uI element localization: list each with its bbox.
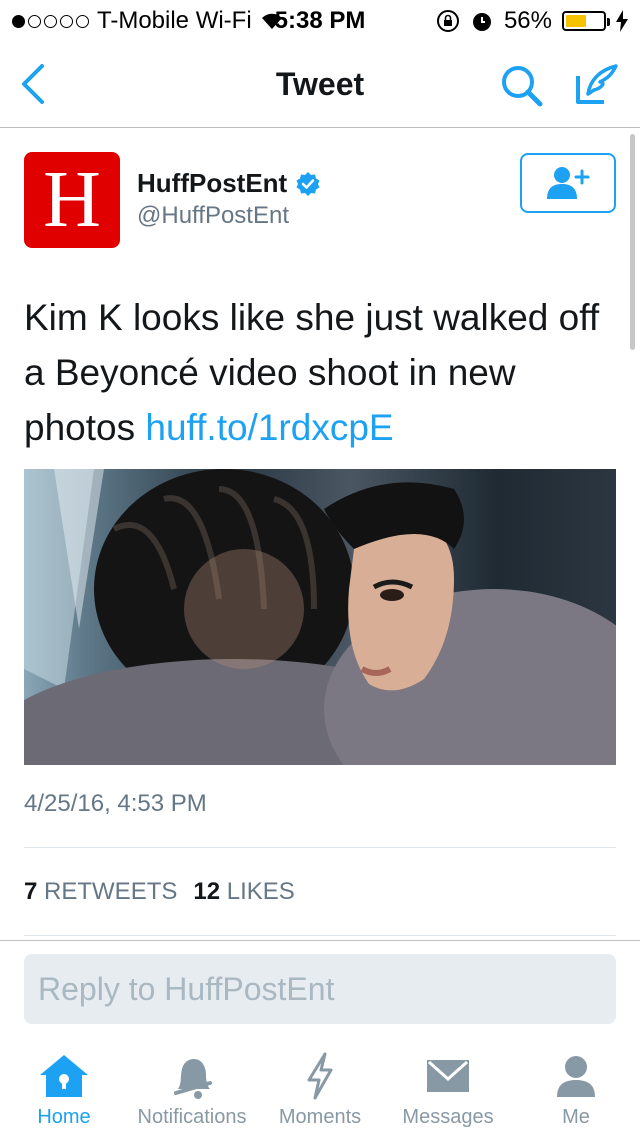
verified-badge-icon: [296, 171, 320, 196]
display-name: HuffPostEnt: [137, 168, 288, 198]
compose-icon[interactable]: [572, 60, 620, 108]
retweets-stat[interactable]: 7 RETWEETS: [24, 878, 177, 906]
tab-me-label: Me: [562, 1106, 590, 1128]
author-name-row[interactable]: HuffPostEnt: [137, 168, 321, 199]
navigation-bar: Tweet: [0, 40, 640, 128]
scrollbar[interactable]: [630, 134, 635, 350]
charging-bolt-icon: [616, 10, 628, 32]
follow-button[interactable]: [520, 153, 616, 213]
divider: [24, 935, 616, 936]
likes-label: LIKES: [226, 878, 295, 905]
person-icon: [557, 1056, 595, 1097]
tweet-link[interactable]: huff.to/1rdxcpE: [145, 407, 393, 448]
status-bar: T-Mobile Wi-Fi 5:38 PM 56%: [0, 0, 640, 40]
tweet-timestamp: 4/25/16, 4:53 PM: [24, 790, 207, 817]
bell-icon: [174, 1059, 212, 1099]
tab-notifications[interactable]: Notifications: [128, 1040, 256, 1136]
tweet-photo[interactable]: [24, 469, 616, 765]
tab-messages[interactable]: Messages: [384, 1040, 512, 1136]
search-icon[interactable]: [498, 62, 546, 110]
tweet-text: Kim K looks like she just walked off a B…: [24, 290, 620, 455]
likes-stat[interactable]: 12 LIKES: [193, 878, 294, 906]
tab-home[interactable]: Home: [0, 1040, 128, 1136]
tweet-photo-image: [24, 469, 616, 765]
tab-home-label: Home: [37, 1106, 91, 1128]
alarm-icon: [472, 13, 491, 31]
lightning-icon: [307, 1052, 333, 1100]
user-handle[interactable]: @HuffPostEnt: [137, 202, 289, 230]
tweet-stats: 7 RETWEETS 12 LIKES: [24, 878, 295, 906]
status-right: 56%: [436, 7, 628, 35]
battery-percent: 56%: [503, 7, 552, 34]
divider: [24, 847, 616, 848]
avatar-letter: H: [43, 156, 101, 244]
likes-count: 12: [193, 878, 221, 905]
reply-input[interactable]: [24, 954, 616, 1024]
add-user-icon: [547, 167, 590, 199]
back-chevron-icon[interactable]: [18, 62, 48, 106]
avatar[interactable]: H: [24, 152, 120, 248]
envelope-icon: [427, 1060, 469, 1092]
battery-icon: [562, 11, 610, 31]
tab-messages-label: Messages: [402, 1106, 494, 1128]
tab-moments[interactable]: Moments: [256, 1040, 384, 1136]
reply-bar-divider: [0, 940, 640, 941]
tab-moments-label: Moments: [278, 1106, 362, 1128]
retweets-label: RETWEETS: [44, 878, 178, 905]
tab-bar: Home Notifications Moments Messages Me: [0, 1040, 640, 1136]
orientation-lock-icon: [436, 10, 459, 32]
tab-notifications-label: Notifications: [137, 1106, 247, 1128]
tab-me[interactable]: Me: [512, 1040, 640, 1136]
home-icon: [40, 1055, 88, 1097]
retweets-count: 7: [24, 878, 38, 905]
